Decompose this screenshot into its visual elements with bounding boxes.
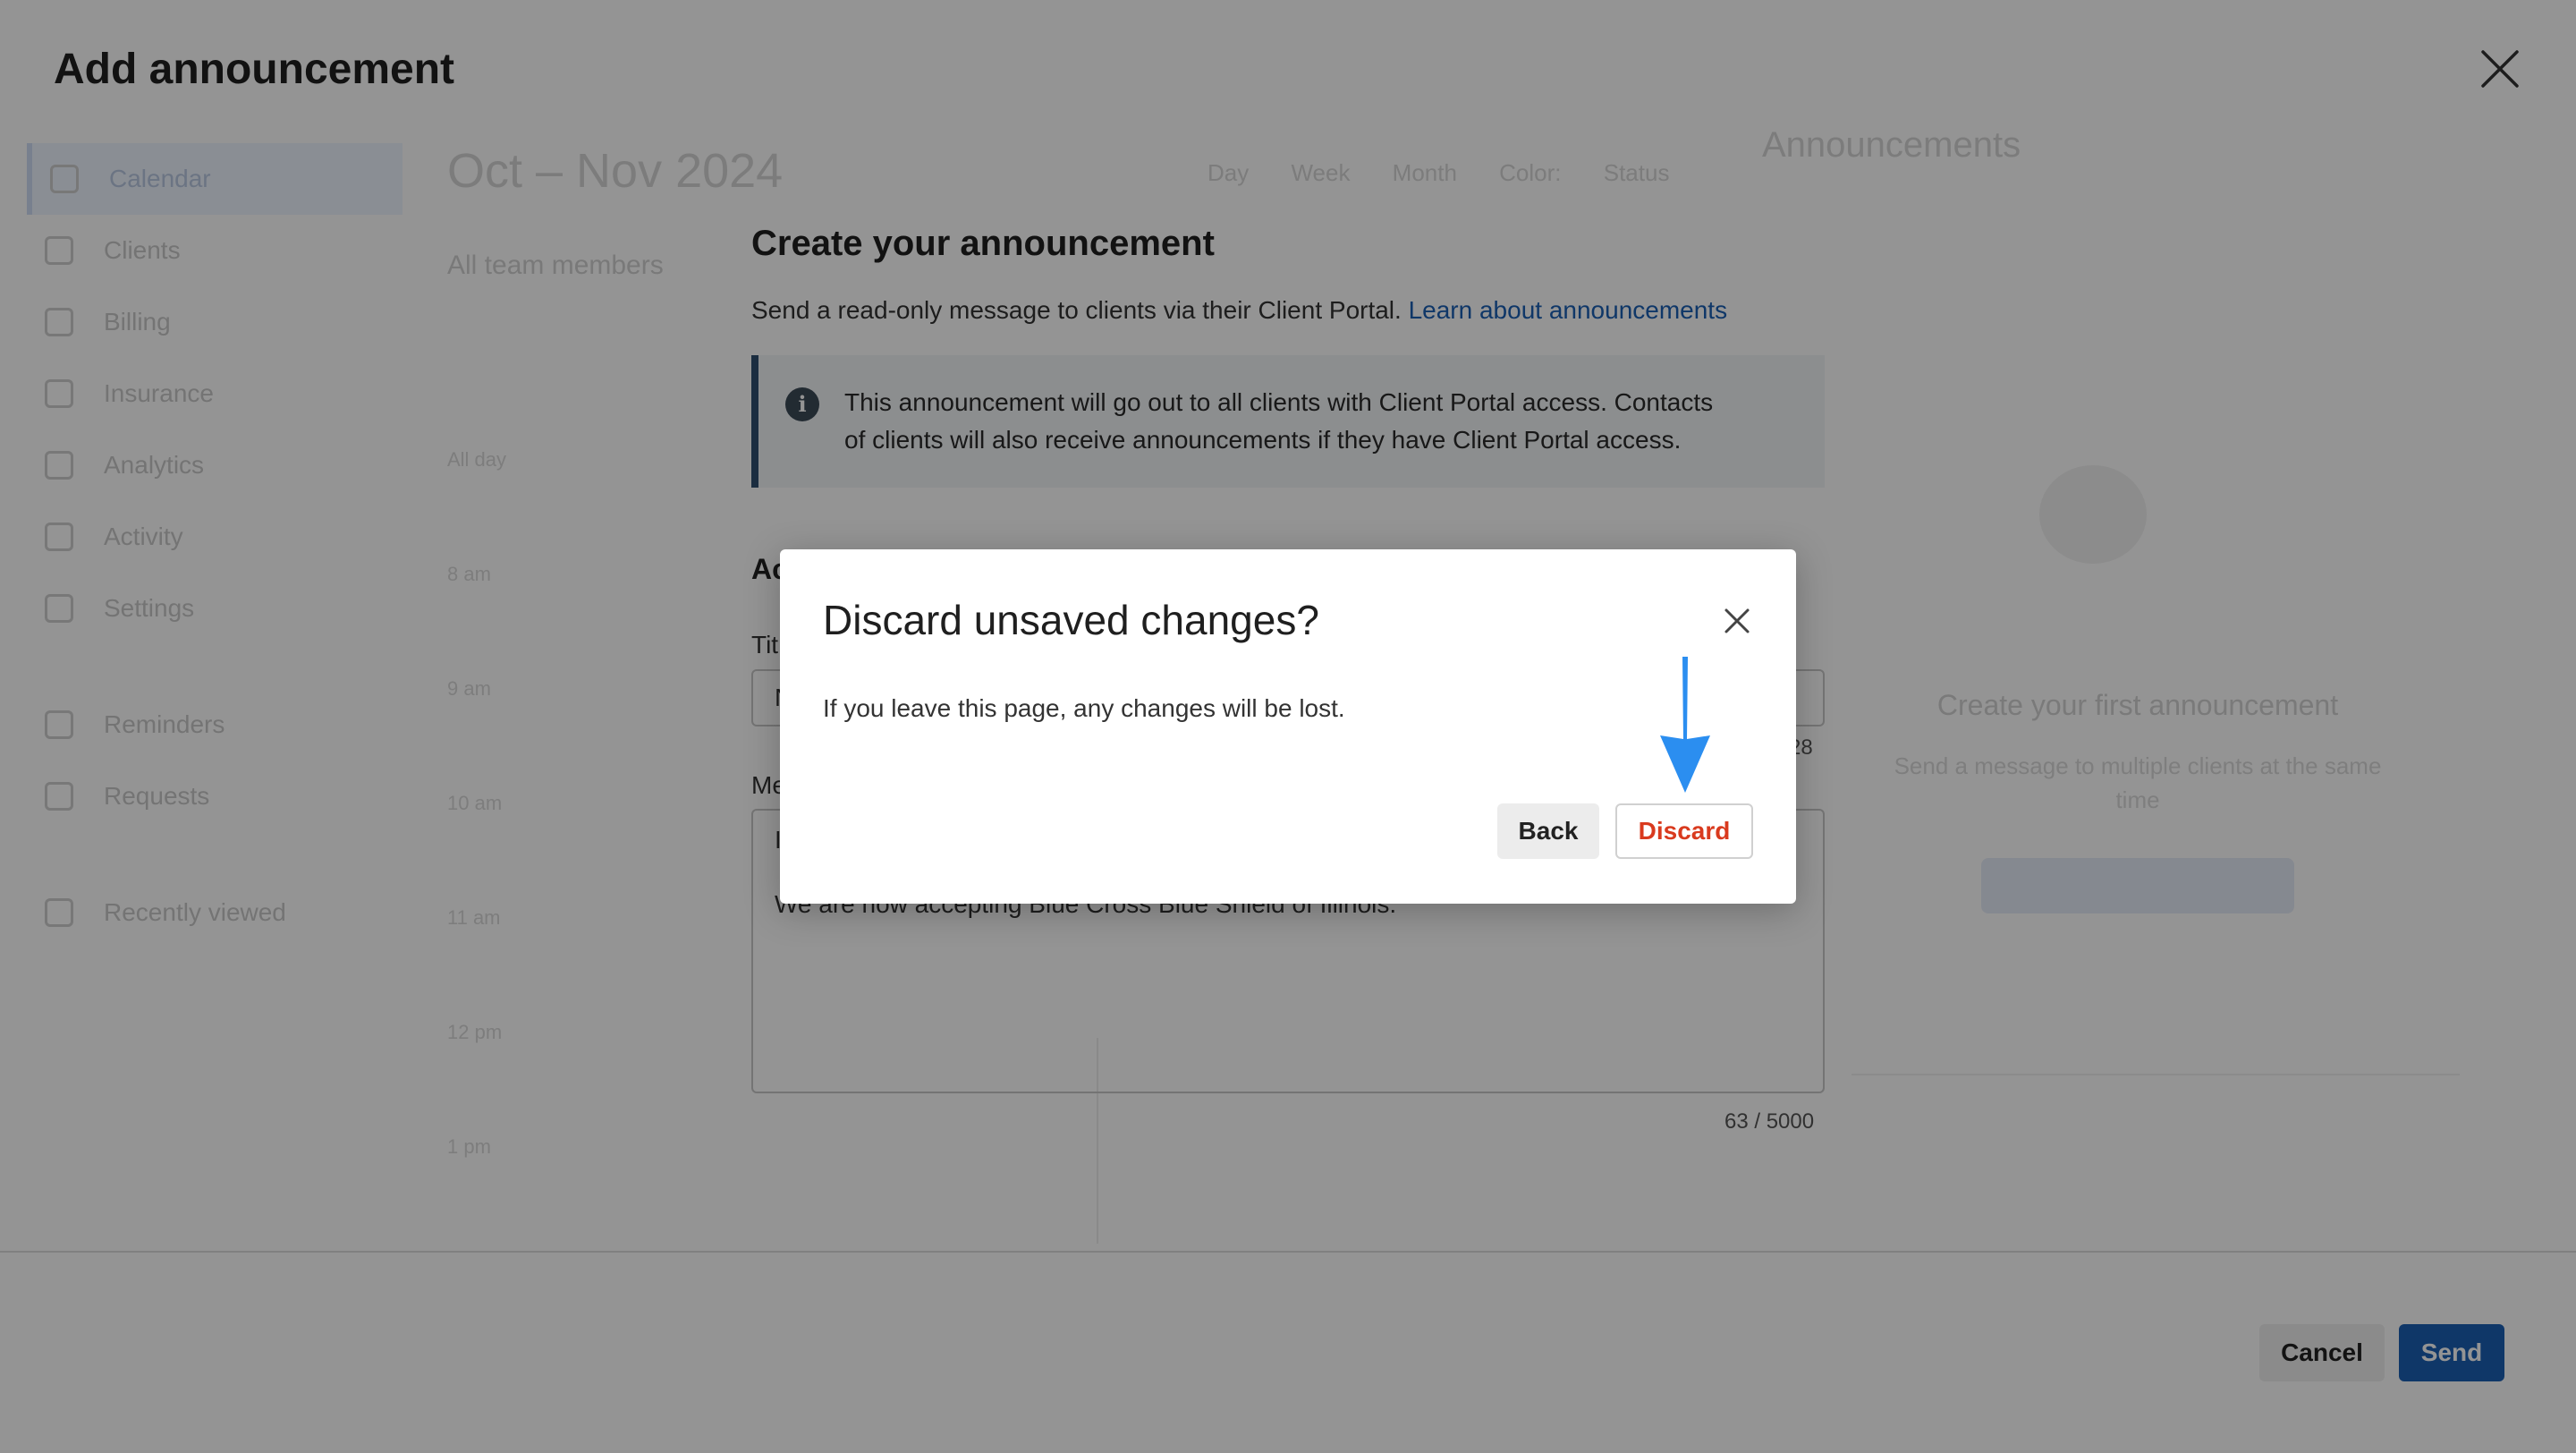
discard-dialog: Discard unsaved changes? If you leave th… — [780, 549, 1796, 904]
discard-button[interactable]: Discard — [1615, 803, 1753, 859]
arrow-down-icon — [1660, 657, 1710, 793]
back-button[interactable]: Back — [1497, 803, 1599, 859]
dialog-title: Discard unsaved changes? — [823, 597, 1319, 643]
close-icon[interactable] — [1721, 605, 1753, 637]
page: Calendar Clients Billing Insurance Analy… — [0, 0, 2576, 1453]
dialog-message: If you leave this page, any changes will… — [823, 694, 1345, 722]
